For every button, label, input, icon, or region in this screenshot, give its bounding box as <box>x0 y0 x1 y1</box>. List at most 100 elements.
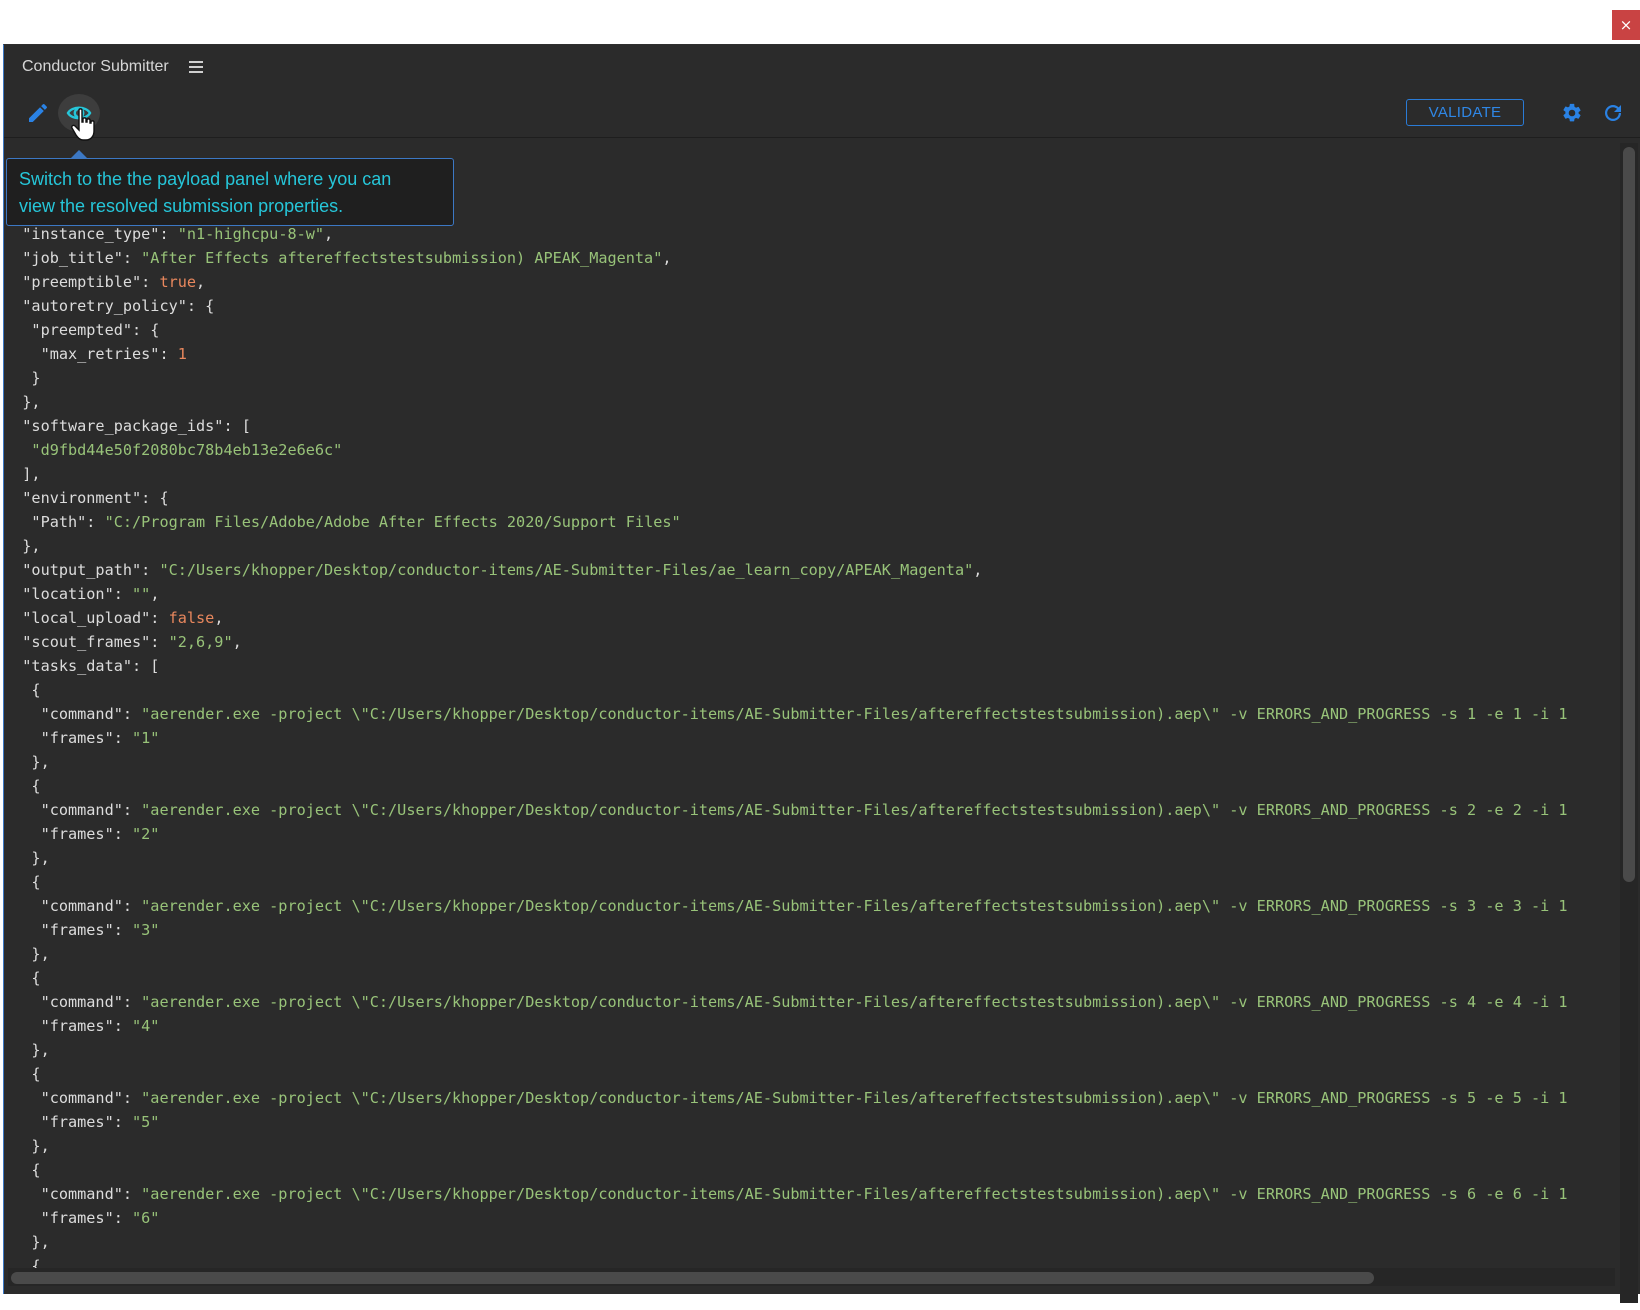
payload-token: "aerender.exe -project \"C:/Users/khoppe… <box>141 801 1568 819</box>
payload-line: "command": "aerender.exe -project \"C:/U… <box>4 702 1604 726</box>
payload-token: "aerender.exe -project \"C:/Users/khoppe… <box>141 897 1568 915</box>
close-button[interactable]: × <box>1612 10 1640 40</box>
payload-line: { <box>4 1158 1604 1182</box>
vertical-scrollbar-thumb[interactable] <box>1623 147 1635 882</box>
payload-token: "preemptible": <box>4 273 160 291</box>
payload-line: "command": "aerender.exe -project \"C:/U… <box>4 798 1604 822</box>
app-title: Conductor Submitter <box>22 58 169 75</box>
payload-line: { <box>4 774 1604 798</box>
validate-button[interactable]: VALIDATE <box>1406 99 1524 126</box>
pencil-icon[interactable] <box>26 101 50 125</box>
payload-line: "tasks_data": [ <box>4 654 1604 678</box>
payload-line: "local_upload": false, <box>4 606 1604 630</box>
payload-line: "scout_frames": "2,6,9", <box>4 630 1604 654</box>
payload-token: "command": <box>4 1185 142 1203</box>
payload-line: }, <box>4 1038 1604 1062</box>
payload-token: { <box>4 1065 41 1083</box>
payload-token: "aerender.exe -project \"C:/Users/khoppe… <box>141 993 1568 1011</box>
payload-token: "command": <box>4 993 142 1011</box>
payload-token: 1 <box>177 345 187 363</box>
payload-token: "n1-highcpu-8-w" <box>177 225 325 243</box>
payload-line: "Path": "C:/Program Files/Adobe/Adobe Af… <box>4 510 1604 534</box>
payload-line: }, <box>4 534 1604 558</box>
payload-token: }, <box>4 849 50 867</box>
payload-token: , <box>196 273 206 291</box>
payload-line: "output_path": "C:/Users/khopper/Desktop… <box>4 558 1604 582</box>
payload-token: , <box>214 609 224 627</box>
payload-line: "frames": "6" <box>4 1206 1604 1230</box>
refresh-icon[interactable] <box>1601 101 1625 125</box>
payload-line: "job_title": "After Effects aftereffects… <box>4 246 1604 270</box>
payload-token: }, <box>4 537 41 555</box>
payload-token: "command": <box>4 801 142 819</box>
payload-token: , <box>662 249 672 267</box>
panel-titlebar: Conductor Submitter <box>4 45 1640 89</box>
payload-line: "frames": "4" <box>4 1014 1604 1038</box>
payload-token: "C:/Program Files/Adobe/Adobe After Effe… <box>104 513 681 531</box>
tooltip-line-2: view the resolved submission properties. <box>19 196 344 216</box>
payload-token: "location": <box>4 585 133 603</box>
payload-line: "command": "aerender.exe -project \"C:/U… <box>4 1182 1604 1206</box>
payload-token: "2" <box>132 825 160 843</box>
payload-token: "d9fbd44e50f2080bc78b4eb13e2e6e6c" <box>4 441 343 459</box>
payload-line: }, <box>4 846 1604 870</box>
payload-token: "1" <box>132 729 160 747</box>
gear-icon[interactable] <box>1561 102 1583 124</box>
hand-cursor-icon <box>71 108 95 141</box>
payload-line: "environment": { <box>4 486 1604 510</box>
payload-line: "software_package_ids": [ <box>4 414 1604 438</box>
payload-token: "2,6,9" <box>168 633 233 651</box>
payload-token: }, <box>4 753 50 771</box>
payload-token: }, <box>4 945 50 963</box>
payload-token: , <box>232 633 242 651</box>
tooltip: Switch to the the payload panel where yo… <box>6 158 454 226</box>
payload-line: }, <box>4 942 1604 966</box>
payload-token: "After Effects aftereffectstestsubmissio… <box>141 249 663 267</box>
payload-token: "frames": <box>4 729 133 747</box>
payload-token: "C:/Users/khopper/Desktop/conductor-item… <box>159 561 974 579</box>
payload-line: }, <box>4 390 1604 414</box>
payload-token: "frames": <box>4 1113 133 1131</box>
payload-line: "location": "", <box>4 582 1604 606</box>
payload-token: "4" <box>132 1017 160 1035</box>
horizontal-scrollbar-thumb[interactable] <box>11 1272 1374 1284</box>
payload-token: "command": <box>4 705 142 723</box>
payload-line: { <box>4 966 1604 990</box>
window-top-strip <box>0 0 1640 44</box>
hamburger-menu-icon[interactable] <box>188 61 203 73</box>
payload-token: "frames": <box>4 825 133 843</box>
payload-token: true <box>159 273 197 291</box>
payload-token: "6" <box>132 1209 160 1227</box>
payload-token: "job_title": <box>4 249 142 267</box>
payload-token: }, <box>4 1233 50 1251</box>
payload-line: } <box>4 366 1604 390</box>
payload-token: "command": <box>4 897 142 915</box>
payload-token: "local_upload": <box>4 609 169 627</box>
payload-line: ], <box>4 462 1604 486</box>
payload-token: "command": <box>4 1089 142 1107</box>
payload-line: }, <box>4 1230 1604 1254</box>
panel-toolbar: VALIDATE <box>4 91 1640 141</box>
vertical-scrollbar[interactable] <box>1620 143 1638 1303</box>
payload-json: "instance_type": "n1-highcpu-8-w", "job_… <box>4 222 1604 1278</box>
payload-token: "aerender.exe -project \"C:/Users/khoppe… <box>141 1185 1568 1203</box>
payload-token: }, <box>4 393 41 411</box>
payload-line: { <box>4 870 1604 894</box>
payload-line: "command": "aerender.exe -project \"C:/U… <box>4 1086 1604 1110</box>
payload-line: "frames": "3" <box>4 918 1604 942</box>
payload-token: } <box>4 369 41 387</box>
payload-token: "frames": <box>4 1209 133 1227</box>
payload-line: "autoretry_policy": { <box>4 294 1604 318</box>
payload-token: }, <box>4 1137 50 1155</box>
payload-token: "tasks_data": [ <box>4 657 160 675</box>
payload-token: false <box>168 609 215 627</box>
payload-line: "frames": "5" <box>4 1110 1604 1134</box>
payload-token: "autoretry_policy": { <box>4 297 215 315</box>
payload-token: }, <box>4 1041 50 1059</box>
payload-token: "frames": <box>4 921 133 939</box>
payload-token: "software_package_ids": [ <box>4 417 251 435</box>
payload-token: "preempted": { <box>4 321 160 339</box>
horizontal-scrollbar[interactable] <box>8 1268 1615 1286</box>
payload-token: "instance_type": <box>4 225 178 243</box>
payload-token: "5" <box>132 1113 160 1131</box>
